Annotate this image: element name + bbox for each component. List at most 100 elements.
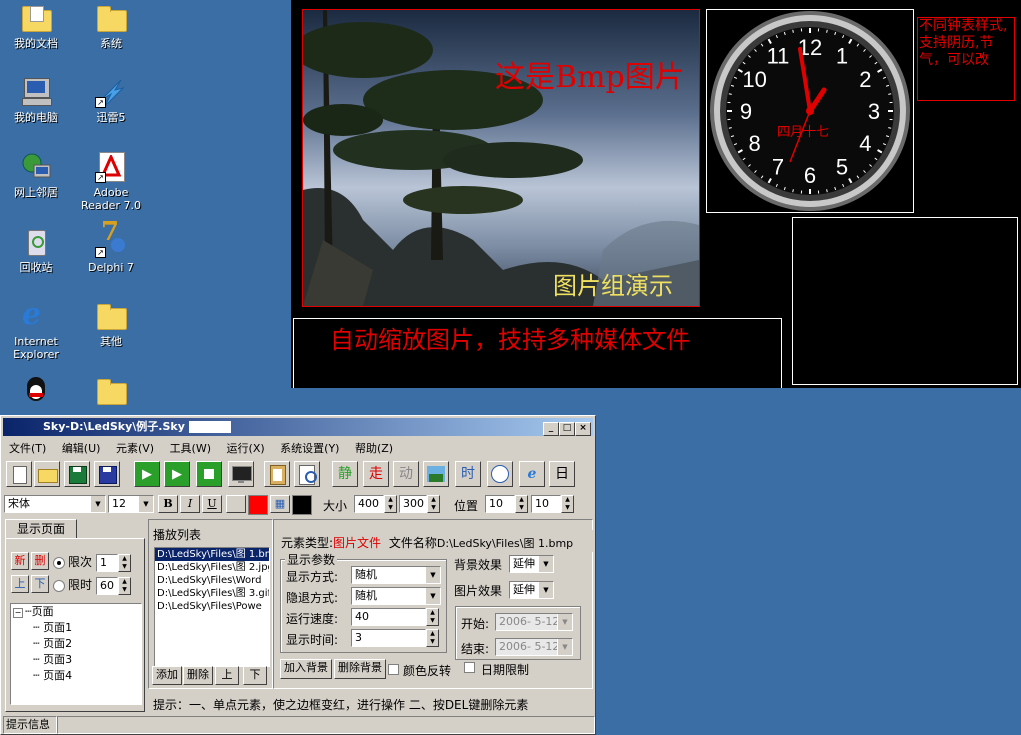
minimize-button[interactable]: _ [543, 422, 559, 436]
delete-button[interactable]: 删除 [183, 666, 213, 685]
move-text-button[interactable]: 走 [363, 461, 389, 487]
tree-item-page3[interactable]: ┄ 页面3 [11, 652, 141, 668]
desktop-icon-my-documents[interactable]: 我的文档 [0, 2, 72, 50]
hide-mode-select[interactable]: 随机 ▼ [351, 587, 441, 605]
menu-help[interactable]: 帮助(Z) [349, 438, 399, 458]
desktop-icon-recycle-bin[interactable]: 回收站 [0, 226, 72, 274]
paste-icon[interactable] [264, 461, 290, 487]
page-down-button[interactable]: 下 [31, 575, 49, 593]
delete-background-button[interactable]: 删除背景 [334, 659, 386, 679]
playlist-item[interactable]: D:\LedSky\Files\图 2.jpg [155, 561, 269, 574]
width-input[interactable]: 400 [354, 495, 384, 513]
animate-text-button[interactable]: 动 [393, 461, 419, 487]
playlist-item[interactable]: D:\LedSky\Files\图 1.bmp [155, 548, 269, 561]
limit-time-spinner[interactable]: ▲ ▼ [118, 577, 131, 595]
ie-web-icon[interactable]: e [519, 461, 545, 487]
height-input[interactable]: 300 [399, 495, 427, 513]
date-text-button[interactable]: 日 [549, 461, 575, 487]
pos-x-spinner[interactable]: ▲ ▼ [515, 495, 528, 513]
desktop-icon-other[interactable]: 其他 [75, 300, 147, 348]
scroll-text-element[interactable]: 自动缩放图片，技持多种媒体文件 [293, 318, 782, 388]
play-step-icon[interactable]: ▶ [164, 461, 190, 487]
desktop-icon-ie[interactable]: e Internet Explorer [0, 300, 72, 362]
pos-x-input[interactable]: 10 [485, 495, 515, 513]
menu-tools[interactable]: 工具(W) [164, 438, 217, 458]
time-text-button[interactable]: 时 [455, 461, 481, 487]
show-time-input[interactable]: 3 [351, 629, 426, 647]
preview-icon[interactable] [294, 461, 320, 487]
close-button[interactable]: × [575, 422, 591, 436]
menu-file[interactable]: 文件(T) [3, 438, 52, 458]
playlist-item[interactable]: D:\LedSky\Files\Word [155, 574, 269, 587]
save-as-icon[interactable] [94, 461, 120, 487]
desktop-icon-system[interactable]: 系统 [75, 2, 147, 50]
clock-icon[interactable] [487, 461, 513, 487]
menu-run[interactable]: 运行(X) [221, 438, 271, 458]
background-color-swatch[interactable] [292, 495, 312, 515]
move-up-button[interactable]: 上 [215, 666, 239, 685]
font-name-select[interactable]: 宋体 ▼ [4, 495, 106, 513]
desktop-icon-adobe-reader[interactable]: ↗ Adobe Reader 7.0 [75, 151, 147, 212]
open-folder-icon[interactable] [34, 461, 60, 487]
end-date-select[interactable]: 2006- 5-12 ▼ [495, 638, 573, 656]
desktop-icon-thunder[interactable]: ↗ 迅雷5 [75, 76, 147, 124]
desktop-icon-folder-partial[interactable] [75, 375, 147, 410]
font-size-select[interactable]: 12 ▼ [108, 495, 154, 513]
tree-collapse-icon[interactable]: − [13, 608, 23, 618]
delete-page-button[interactable]: 删 [31, 552, 49, 570]
limit-time-input[interactable]: 60 [96, 577, 118, 595]
clock-element[interactable]: 12 1 2 3 4 5 6 7 8 9 10 11 四月十七 [706, 9, 914, 213]
clock-note-element[interactable]: 不同钟表样式,支持阴历,节气，可以改 [917, 17, 1015, 101]
tree-item-page2[interactable]: ┄ 页面2 [11, 636, 141, 652]
speed-spinner[interactable]: ▲ ▼ [426, 608, 439, 626]
limit-count-radio[interactable]: 限次 [53, 553, 92, 570]
menu-settings[interactable]: 系统设置(Y) [274, 438, 345, 458]
empty-element[interactable] [792, 217, 1018, 385]
menu-element[interactable]: 元素(V) [110, 438, 160, 458]
stop-icon[interactable] [196, 461, 222, 487]
add-button[interactable]: 添加 [152, 666, 182, 685]
move-down-button[interactable]: 下 [243, 666, 267, 685]
desktop-icon-delphi[interactable]: 7 ↗ Delphi 7 [75, 219, 147, 274]
add-background-button[interactable]: 加入背景 [280, 659, 332, 679]
show-mode-select[interactable]: 随机 ▼ [351, 566, 441, 584]
tab-display-page[interactable]: 显示页面 [5, 519, 77, 539]
pos-y-spinner[interactable]: ▲ ▼ [561, 495, 574, 513]
date-limit-checkbox[interactable] [464, 662, 475, 673]
bold-button[interactable]: B [158, 495, 178, 513]
grid-icon[interactable]: ▦ [270, 495, 290, 513]
bg-effect-select[interactable]: 延伸 ▼ [509, 555, 554, 573]
desktop-icon-my-computer[interactable]: 我的电脑 [0, 76, 72, 124]
show-time-spinner[interactable]: ▲ ▼ [426, 629, 439, 647]
pos-y-input[interactable]: 10 [531, 495, 561, 513]
tree-root[interactable]: − ┄页面 [11, 604, 141, 620]
tree-item-page1[interactable]: ┄ 页面1 [11, 620, 141, 636]
speed-input[interactable]: 40 [351, 608, 426, 626]
text-color-swatch[interactable] [248, 495, 268, 515]
italic-button[interactable]: I [180, 495, 200, 513]
desktop-icon-network[interactable]: 网上邻居 [0, 151, 72, 199]
text-align-icon[interactable] [226, 495, 246, 513]
menu-edit[interactable]: 编辑(U) [56, 438, 107, 458]
underline-button[interactable]: U [202, 495, 222, 513]
page-tree[interactable]: − ┄页面 ┄ 页面1 ┄ 页面2 ┄ 页面3 ┄ 页面4 [10, 603, 142, 705]
width-spinner[interactable]: ▲ ▼ [384, 495, 397, 513]
monitor-icon[interactable] [228, 461, 254, 487]
limit-count-input[interactable]: 1 [96, 554, 118, 572]
desktop-icon-qq[interactable] [0, 375, 72, 410]
start-date-select[interactable]: 2006- 5-12 ▼ [495, 613, 573, 631]
picture-icon[interactable] [423, 461, 449, 487]
limit-time-radio[interactable]: 限时 [53, 576, 92, 593]
window-title-bar[interactable]: Sky-D:\LedSky\例子.Sky _ □ × [3, 418, 593, 436]
tree-item-page4[interactable]: ┄ 页面4 [11, 668, 141, 684]
new-page-button[interactable]: 新 [11, 552, 29, 570]
maximize-button[interactable]: □ [559, 422, 575, 436]
color-invert-checkbox[interactable] [388, 664, 399, 675]
limit-count-spinner[interactable]: ▲ ▼ [118, 554, 131, 572]
save-icon[interactable] [64, 461, 90, 487]
playlist-listbox[interactable]: D:\LedSky\Files\图 1.bmp D:\LedSky\Files\… [154, 547, 270, 667]
new-file-icon[interactable] [6, 461, 32, 487]
static-text-button[interactable]: 静 [332, 461, 358, 487]
playlist-item[interactable]: D:\LedSky\Files\Powe [155, 600, 269, 613]
play-icon[interactable]: ▶ [134, 461, 160, 487]
